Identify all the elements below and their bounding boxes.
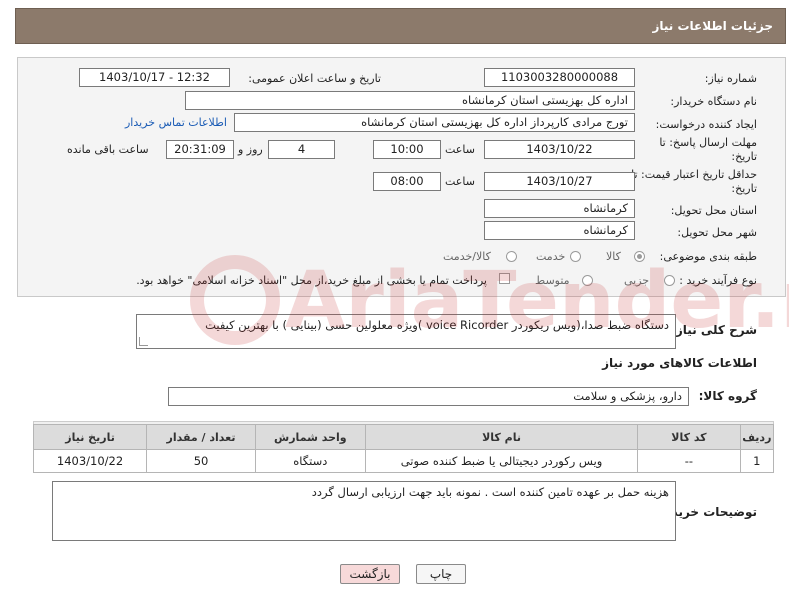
validity-date-field: 1403/10/27: [484, 172, 635, 191]
category-radio-service[interactable]: [570, 251, 581, 262]
cell-row: 1: [739, 449, 775, 473]
province-field: کرمانشاه: [484, 199, 635, 218]
col-name: نام کالا: [364, 424, 639, 450]
goods-group-field: دارو، پزشکی و سلامت: [168, 387, 689, 406]
col-row: ردیف: [739, 424, 775, 450]
back-button[interactable]: بازگشت: [340, 564, 400, 584]
creator-field: تورج مرادی کارپرداز اداره کل بهزیستی است…: [234, 113, 635, 132]
category-option-goods: کالا: [606, 250, 621, 263]
announce-label: تاریخ و ساعت اعلان عمومی:: [248, 72, 381, 85]
days-label: روز و: [238, 143, 263, 156]
category-radio-goods-service[interactable]: [506, 251, 517, 262]
goods-group-label: گروه کالا:: [698, 389, 757, 403]
treasury-payment-note: پرداخت تمام یا بخشی از مبلغ خرید،از محل …: [136, 274, 487, 287]
process-label: نوع فرآیند خرید :: [679, 274, 757, 287]
items-table-header: ردیف کد کالا نام کالا واحد شمارش تعداد /…: [32, 424, 775, 450]
resize-grip-icon[interactable]: [139, 337, 148, 346]
description-textarea: دستگاه ضبط صدا،(ویس ریکوردر voice Ricord…: [136, 314, 676, 349]
deadline-label: مهلت ارسال پاسخ: تا تاریخ:: [659, 136, 757, 163]
page-title: جزئیات اطلاعات نیاز: [652, 19, 773, 33]
items-table: ردیف کد کالا نام کالا واحد شمارش تعداد /…: [32, 424, 775, 473]
buyer-notes-text: هزینه حمل بر عهده تامین کننده است . نمون…: [311, 485, 669, 499]
contact-buyer-link[interactable]: اطلاعات تماس خریدار: [125, 116, 227, 129]
col-quantity: تعداد / مقدار: [146, 424, 256, 450]
cell-name: ویس رکوردر دیجیتالی یا ضبط کننده صوتی: [364, 449, 639, 473]
description-text: دستگاه ضبط صدا،(ویس ریکوردر voice Ricord…: [205, 318, 669, 332]
page-header: جزئیات اطلاعات نیاز: [15, 8, 786, 44]
deadline-time-label: ساعت: [445, 143, 475, 156]
col-unit: واحد شمارش: [254, 424, 366, 450]
process-radio-partial[interactable]: [664, 275, 675, 286]
buyer-notes-textarea: هزینه حمل بر عهده تامین کننده است . نمون…: [52, 481, 676, 541]
validity-time-field: 08:00: [373, 172, 441, 191]
buyer-field: اداره کل بهزیستی استان کرمانشاه: [185, 91, 635, 110]
category-option-goods-service: کالا/خدمت: [443, 250, 491, 263]
table-row: 1 -- ویس رکوردر دیجیتالی یا ضبط کننده صو…: [32, 449, 775, 473]
print-button[interactable]: چاپ: [416, 564, 466, 584]
buyer-label: نام دستگاه خریدار:: [670, 95, 757, 108]
process-option-medium: متوسط: [535, 274, 570, 287]
city-label: شهر محل تحویل:: [677, 226, 757, 239]
province-label: استان محل تحویل:: [670, 204, 757, 217]
cell-quantity: 50: [146, 449, 256, 473]
need-number-field: 1103003280000088: [484, 68, 635, 87]
remaining-time-field: 20:31:09: [166, 140, 234, 159]
city-field: کرمانشاه: [484, 221, 635, 240]
deadline-date-field: 1403/10/22: [484, 140, 635, 159]
process-radio-medium[interactable]: [582, 275, 593, 286]
cell-need-date: 1403/10/22: [32, 449, 148, 473]
col-need-date: تاریخ نیاز: [32, 424, 148, 450]
deadline-time-field: 10:00: [373, 140, 441, 159]
days-field: 4: [268, 140, 335, 159]
remaining-label: ساعت باقی مانده: [67, 143, 149, 156]
category-option-service: خدمت: [536, 250, 566, 263]
cell-code: --: [637, 449, 741, 473]
process-option-partial: جزیی: [624, 274, 650, 287]
creator-label: ایجاد کننده درخواست:: [655, 118, 757, 131]
cell-unit: دستگاه: [254, 449, 366, 473]
validity-time-label: ساعت: [445, 175, 475, 188]
category-radio-goods[interactable]: [634, 251, 645, 262]
goods-section-title: اطلاعات کالاهای مورد نیاز: [602, 356, 757, 370]
description-label: شرح کلی نیاز:: [671, 323, 757, 337]
category-label: طبقه بندی موضوعی:: [659, 250, 757, 263]
need-number-label: شماره نیاز:: [704, 72, 757, 85]
treasury-payment-checkbox[interactable]: [499, 273, 510, 284]
col-code: کد کالا: [637, 424, 741, 450]
announce-field: 1403/10/17 - 12:32: [79, 68, 230, 87]
